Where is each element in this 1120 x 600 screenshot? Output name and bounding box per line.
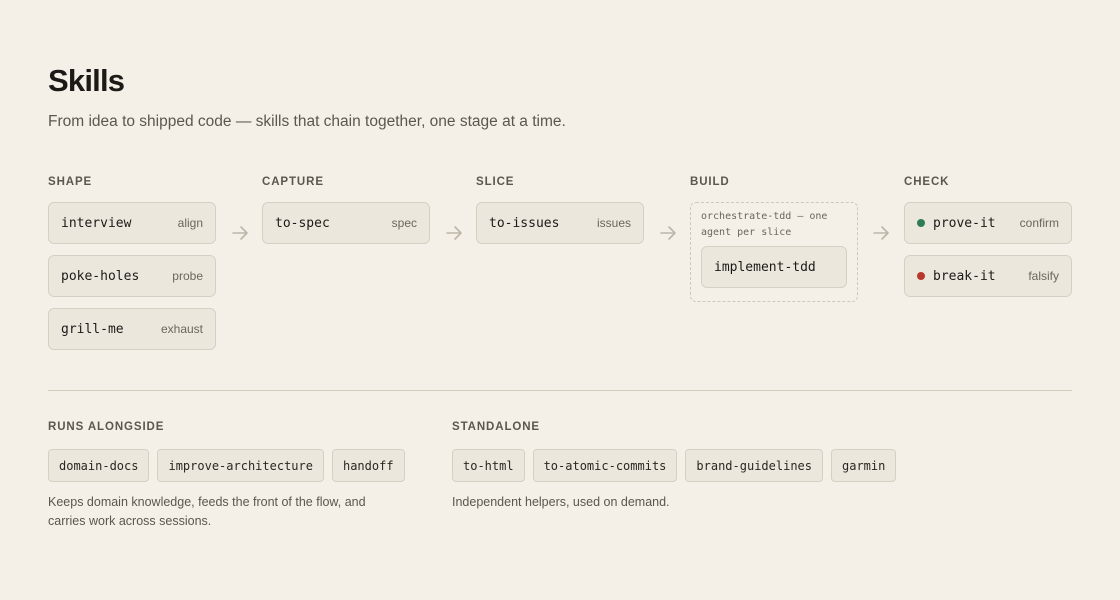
arrow-right-icon <box>442 223 466 243</box>
skill-name-text: break-it <box>933 268 996 284</box>
status-dot-red-icon <box>917 272 925 280</box>
standalone-section: STANDALONE to-html to-atomic-commits bra… <box>452 421 904 512</box>
skill-to-issues[interactable]: to-issues issues <box>476 202 644 244</box>
skill-name: prove-it <box>917 216 996 231</box>
skill-name: to-issues <box>489 215 560 231</box>
section-description: Independent helpers, used on demand. <box>452 495 670 509</box>
arrow-right-icon <box>869 223 893 243</box>
pipeline: SHAPE interview align poke-holes probe g… <box>48 176 1072 356</box>
stage-build: BUILD orchestrate-tdd — one agent per sl… <box>690 176 858 302</box>
skill-grill-me[interactable]: grill-me exhaust <box>48 308 216 350</box>
skill-tag: issues <box>596 216 631 230</box>
section-label: STANDALONE <box>452 421 541 433</box>
skill-tag: exhaust <box>160 322 203 336</box>
chip-to-html[interactable]: to-html <box>452 449 525 482</box>
skill-tag: probe <box>172 269 203 283</box>
page-title: Skills <box>48 63 125 98</box>
stage-label: SHAPE <box>48 176 93 188</box>
page-subtitle: From idea to shipped code — skills that … <box>48 113 566 130</box>
chip-improve-architecture[interactable]: improve-architecture <box>157 449 324 482</box>
arrow-right-icon <box>228 223 252 243</box>
stage-slice: SLICE to-issues issues <box>476 176 644 255</box>
skill-tag: spec <box>391 216 417 230</box>
skill-name-text: prove-it <box>933 215 996 231</box>
stage-label: CHECK <box>904 176 950 188</box>
skill-tag: confirm <box>1019 216 1059 230</box>
status-dot-green-icon <box>917 219 925 227</box>
skill-name: to-spec <box>275 215 330 231</box>
section-label: RUNS ALONGSIDE <box>48 421 165 433</box>
skill-to-spec[interactable]: to-spec spec <box>262 202 430 244</box>
stage-label: BUILD <box>690 176 730 188</box>
chip-handoff[interactable]: handoff <box>331 449 405 482</box>
section-divider <box>48 390 1072 391</box>
section-description: Keeps domain knowledge, feeds the front … <box>48 495 366 528</box>
skill-tag: falsify <box>1028 269 1059 283</box>
arrow-right-icon <box>656 223 680 243</box>
stage-shape: SHAPE interview align poke-holes probe g… <box>48 176 216 361</box>
chip-garmin[interactable]: garmin <box>831 449 897 482</box>
skill-implement-tdd[interactable]: implement-tdd <box>701 246 847 288</box>
chip-brand-guidelines[interactable]: brand-guidelines <box>685 449 823 482</box>
skill-name: implement-tdd <box>714 259 816 275</box>
skill-name: break-it <box>917 269 996 284</box>
skill-poke-holes[interactable]: poke-holes probe <box>48 255 216 297</box>
stage-capture: CAPTURE to-spec spec <box>262 176 430 255</box>
skill-name: interview <box>61 215 132 231</box>
orchestrate-group: orchestrate-tdd — one agent per slice im… <box>690 202 858 302</box>
group-note: orchestrate-tdd — one agent per slice <box>701 211 828 238</box>
skill-name: grill-me <box>61 321 124 337</box>
stage-label: CAPTURE <box>262 176 324 188</box>
skill-name: poke-holes <box>61 268 140 284</box>
chip-domain-docs[interactable]: domain-docs <box>48 449 150 482</box>
stage-label: SLICE <box>476 176 515 188</box>
skill-interview[interactable]: interview align <box>48 202 216 244</box>
skill-tag: align <box>177 216 203 230</box>
stage-check: CHECK prove-it confirm break-it falsify <box>904 176 1072 308</box>
skill-break-it[interactable]: break-it falsify <box>904 255 1072 297</box>
runs-alongside-section: RUNS ALONGSIDE domain-docs improve-archi… <box>48 421 413 531</box>
skill-prove-it[interactable]: prove-it confirm <box>904 202 1072 244</box>
chip-to-atomic-commits[interactable]: to-atomic-commits <box>532 449 678 482</box>
